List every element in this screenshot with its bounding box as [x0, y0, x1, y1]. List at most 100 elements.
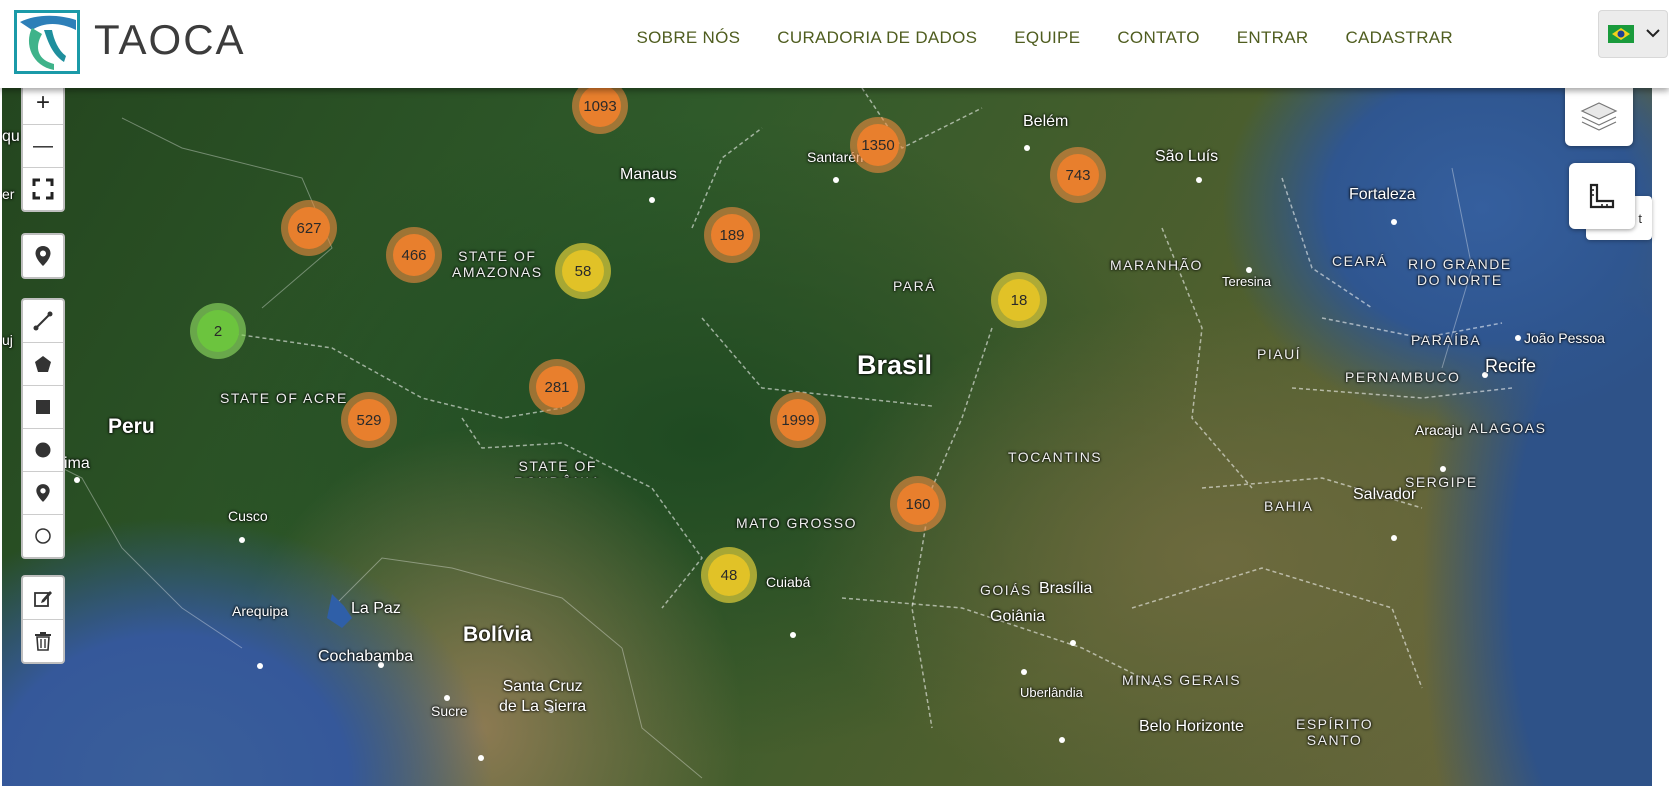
cluster-marker[interactable]: 18: [991, 272, 1047, 328]
draw-polyline-button[interactable]: [23, 300, 63, 343]
language-selector[interactable]: [1598, 10, 1668, 58]
brand-name[interactable]: TAOCA: [94, 16, 246, 64]
draw-toolbar: [21, 298, 65, 559]
label-fortaleza: Fortaleza: [1349, 186, 1416, 203]
cluster-marker[interactable]: 466: [386, 227, 442, 283]
zoom-in-button[interactable]: +: [23, 88, 63, 125]
label-sao-luis: São Luís: [1155, 148, 1219, 165]
polyline-icon: [33, 311, 53, 331]
circle-marker-icon: [35, 528, 51, 544]
label-lima-fragment: ima: [64, 455, 90, 472]
marker-icon: [36, 484, 50, 502]
delete-layers-button[interactable]: [23, 620, 63, 662]
label-state-rondonia: STATE OF RONDÔNIA: [514, 458, 600, 478]
rectangle-icon: [36, 400, 50, 414]
nav-contato[interactable]: CONTATO: [1117, 28, 1199, 48]
measure-button[interactable]: [1569, 163, 1635, 229]
layers-control[interactable]: [1565, 88, 1633, 146]
cluster-marker[interactable]: 48: [701, 547, 757, 603]
label-state-minas-gerais: MINAS GERAIS: [1122, 672, 1242, 688]
edit-toolbar: [21, 575, 65, 664]
draw-circle-button[interactable]: [23, 429, 63, 472]
label-cuiaba: Cuiabá: [766, 574, 811, 590]
label-state-alagoas: ALAGOAS: [1469, 420, 1547, 436]
fullscreen-button[interactable]: [23, 168, 63, 210]
location-pin-icon: [35, 246, 51, 266]
label-fragment-left-2: uj: [2, 332, 13, 348]
ruler-icon: [1589, 183, 1615, 209]
locate-button[interactable]: [23, 235, 63, 277]
label-recife: Recife: [1485, 356, 1537, 376]
label-bolivia: Bolívia: [463, 623, 532, 646]
cluster-marker[interactable]: 1350: [850, 117, 906, 173]
label-state-bahia: BAHIA: [1264, 498, 1314, 514]
label-goiania: Goiânia: [990, 608, 1046, 625]
label-state-ceara: CEARÁ: [1332, 253, 1388, 269]
cluster-marker[interactable]: 160: [890, 476, 946, 532]
cluster-marker[interactable]: 281: [529, 359, 585, 415]
label-state-acre: STATE OF ACRE: [220, 390, 348, 406]
label-cochabamba: Cochabamba: [318, 648, 414, 665]
cluster-marker[interactable]: 1999: [770, 392, 826, 448]
draw-circle-marker-button[interactable]: [23, 515, 63, 557]
nav-entrar[interactable]: ENTRAR: [1237, 28, 1309, 48]
cluster-marker[interactable]: 58: [555, 243, 611, 299]
label-state-para: PARÁ: [893, 278, 937, 294]
cluster-marker[interactable]: 2: [190, 303, 246, 359]
label-state-paraiba: PARAÍBA: [1411, 332, 1482, 348]
draw-rectangle-button[interactable]: [23, 386, 63, 429]
ruler-tooltip-text: t: [1638, 210, 1642, 226]
label-santa-cruz: Santa Cruz de La Sierra: [499, 678, 587, 715]
label-state-tocantins: TOCANTINS: [1008, 449, 1103, 465]
cluster-marker[interactable]: 627: [281, 200, 337, 256]
label-fragment-top-left: qu: [2, 128, 20, 145]
layers-icon: [1580, 102, 1618, 131]
label-teresina: Teresina: [1222, 274, 1272, 289]
label-brasilia: Brasília: [1039, 580, 1093, 597]
label-manaus: Manaus: [620, 166, 677, 183]
label-peru: Peru: [108, 415, 155, 438]
cluster-marker[interactable]: 189: [704, 207, 760, 263]
label-cusco: Cusco: [228, 508, 268, 524]
chevron-down-icon: [1646, 29, 1660, 38]
label-fragment-left: er: [2, 186, 15, 202]
nav-curadoria-de-dados[interactable]: CURADORIA DE DADOS: [777, 28, 977, 48]
zoom-out-label: —: [33, 134, 53, 157]
draw-marker-button[interactable]: [23, 472, 63, 515]
zoom-out-button[interactable]: —: [23, 125, 63, 168]
main-nav: SOBRE NÓS CURADORIA DE DADOS EQUIPE CONT…: [600, 28, 1453, 48]
label-uberlandia: Uberlândia: [1020, 685, 1083, 700]
label-aracaju: Aracaju: [1415, 422, 1463, 438]
zoom-control: + —: [21, 88, 65, 212]
label-state-espirito-santo: ESPÍRITO SANTO: [1296, 716, 1374, 748]
label-state-pernambuco: PERNAMBUCO: [1345, 369, 1461, 385]
label-state-amazonas: STATE OF AMAZONAS: [452, 248, 543, 280]
label-brasil: Brasil: [857, 350, 933, 380]
label-belem: Belém: [1023, 113, 1069, 130]
edit-layers-button[interactable]: [23, 577, 63, 620]
fullscreen-icon: [32, 178, 54, 200]
label-state-goias: GOIÁS: [980, 582, 1032, 598]
label-joao-pessoa: João Pessoa: [1524, 330, 1605, 346]
label-state-piaui: PIAUÍ: [1257, 346, 1302, 362]
cluster-marker[interactable]: 529: [341, 392, 397, 448]
label-state-maranhao: MARANHÃO: [1110, 257, 1203, 273]
brazil-flag-icon: [1608, 25, 1634, 43]
locate-control: [21, 233, 65, 279]
nav-cadastrar[interactable]: CADASTRAR: [1345, 28, 1453, 48]
nav-sobre-nos[interactable]: SOBRE NÓS: [637, 28, 741, 48]
nav-equipe[interactable]: EQUIPE: [1014, 28, 1080, 48]
map-canvas[interactable]: Manaus Santarém Belém São Luís Fortaleza…: [2, 88, 1652, 786]
draw-polygon-button[interactable]: [23, 343, 63, 386]
polygon-icon: [35, 356, 51, 372]
label-state-mato-grosso: MATO GROSSO: [736, 515, 857, 531]
label-la-paz: La Paz: [351, 600, 401, 617]
cluster-marker[interactable]: 743: [1050, 147, 1106, 203]
top-header: TAOCA SOBRE NÓS CURADORIA DE DADOS EQUIP…: [0, 0, 1669, 88]
trash-icon: [35, 632, 51, 651]
circle-icon: [35, 442, 51, 458]
taoca-logo-icon[interactable]: [14, 10, 80, 74]
label-sucre: Sucre: [431, 703, 468, 719]
edit-icon: [34, 591, 52, 607]
label-state-rio-grande-do-norte: RIO GRANDE DO NORTE: [1408, 256, 1512, 288]
